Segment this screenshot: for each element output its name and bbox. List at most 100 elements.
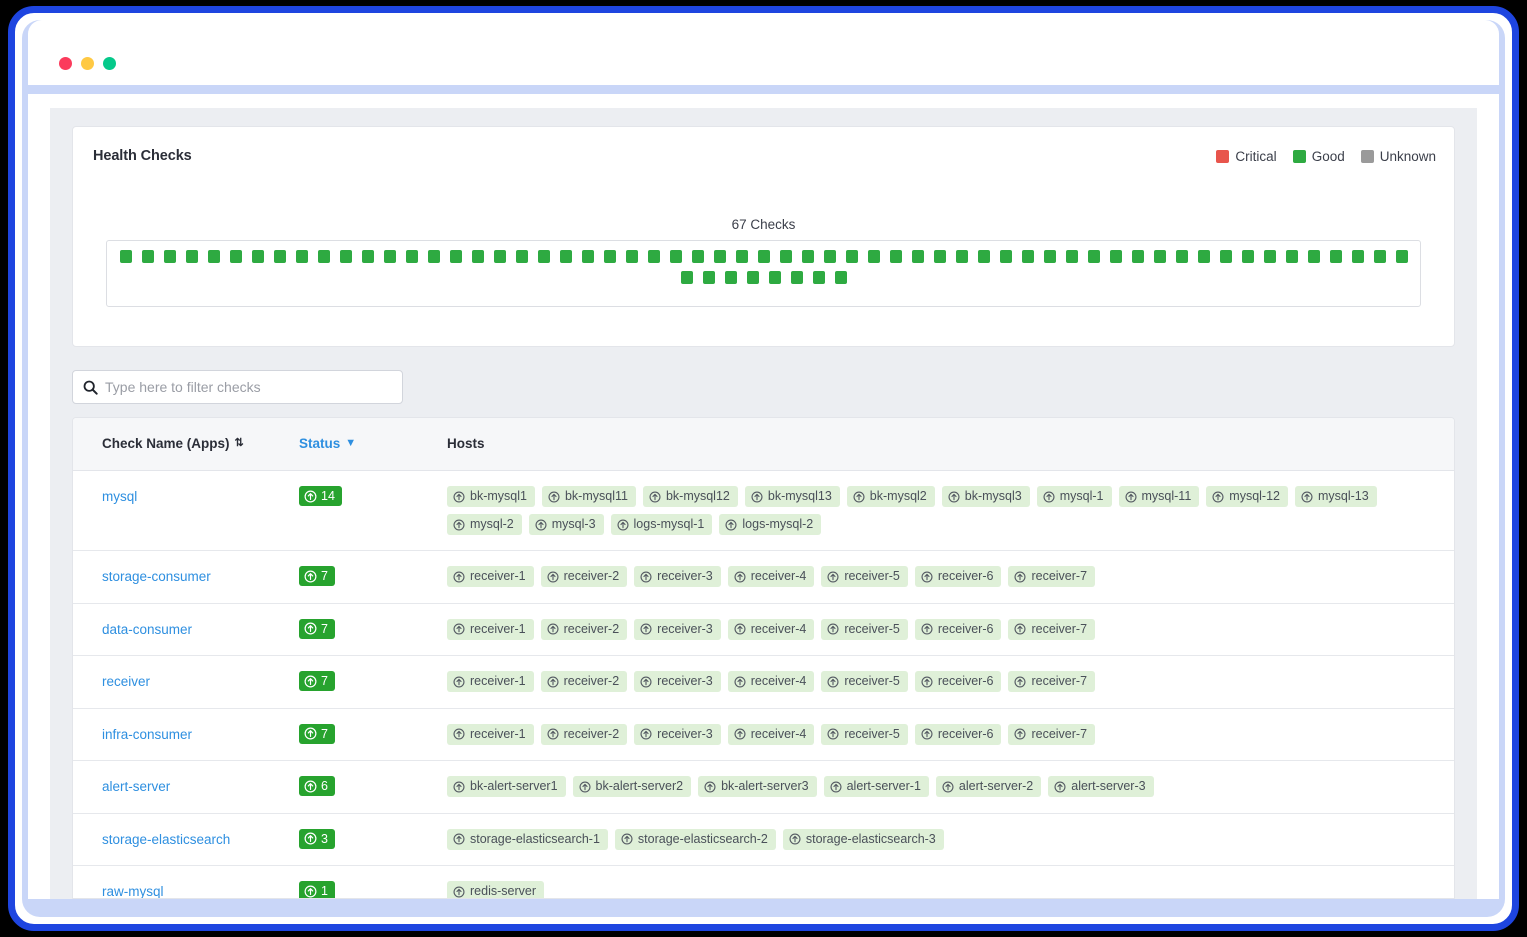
host-chip[interactable]: receiver-5 [821,724,908,745]
host-chip[interactable]: bk-mysql3 [942,486,1030,507]
health-check-square[interactable] [681,271,693,284]
health-check-square[interactable] [1044,250,1056,263]
health-check-square[interactable] [791,271,803,284]
health-check-square[interactable] [648,250,660,263]
health-check-square[interactable] [1264,250,1276,263]
host-chip[interactable]: bk-alert-server1 [447,776,566,797]
host-chip[interactable]: receiver-7 [1008,724,1095,745]
health-check-square[interactable] [846,250,858,263]
health-check-square[interactable] [835,271,847,284]
health-check-square[interactable] [868,250,880,263]
host-chip[interactable]: receiver-7 [1008,619,1095,640]
host-chip[interactable]: receiver-5 [821,566,908,587]
health-check-square[interactable] [725,271,737,284]
health-check-square[interactable] [747,271,759,284]
check-name-link[interactable]: infra-consumer [102,727,192,742]
check-name-link[interactable]: mysql [102,489,137,504]
host-chip[interactable]: redis-server [447,881,544,899]
status-badge[interactable]: 14 [299,486,342,506]
health-check-square[interactable] [703,271,715,284]
health-check-square[interactable] [208,250,220,263]
health-check-square[interactable] [1022,250,1034,263]
check-name-link[interactable]: storage-consumer [102,569,211,584]
status-badge[interactable]: 7 [299,671,335,691]
health-check-square[interactable] [1176,250,1188,263]
traffic-light-buttons[interactable] [59,57,116,70]
health-check-square[interactable] [758,250,770,263]
check-name-link[interactable]: alert-server [102,779,170,794]
host-chip[interactable]: alert-server-1 [824,776,929,797]
maximize-window-icon[interactable] [103,57,116,70]
host-chip[interactable]: receiver-3 [634,619,721,640]
health-check-square[interactable] [714,250,726,263]
host-chip[interactable]: bk-mysql12 [643,486,738,507]
health-check-square[interactable] [1000,250,1012,263]
host-chip[interactable]: bk-mysql13 [745,486,840,507]
check-name-link[interactable]: raw-mysql [102,884,164,899]
search-input[interactable] [105,379,385,395]
health-check-square[interactable] [824,250,836,263]
health-check-square[interactable] [1374,250,1386,263]
host-chip[interactable]: mysql-13 [1295,486,1377,507]
host-chip[interactable]: receiver-7 [1008,671,1095,692]
health-check-square[interactable] [252,250,264,263]
health-check-square[interactable] [362,250,374,263]
health-check-square[interactable] [956,250,968,263]
health-check-square[interactable] [120,250,132,263]
health-check-square[interactable] [340,250,352,263]
health-check-square[interactable] [890,250,902,263]
host-chip[interactable]: alert-server-2 [936,776,1041,797]
host-chip[interactable]: receiver-4 [728,566,815,587]
host-chip[interactable]: receiver-4 [728,619,815,640]
host-chip[interactable]: receiver-3 [634,566,721,587]
host-chip[interactable]: receiver-2 [541,566,628,587]
check-name-link[interactable]: storage-elasticsearch [102,832,230,847]
host-chip[interactable]: receiver-6 [915,724,1002,745]
host-chip[interactable]: receiver-5 [821,671,908,692]
host-chip[interactable]: logs-mysql-1 [611,514,713,535]
health-check-square[interactable] [384,250,396,263]
health-check-square[interactable] [1198,250,1210,263]
check-name-link[interactable]: receiver [102,674,150,689]
health-check-square[interactable] [428,250,440,263]
health-check-square[interactable] [1110,250,1122,263]
close-window-icon[interactable] [59,57,72,70]
host-chip[interactable]: receiver-3 [634,671,721,692]
health-check-square[interactable] [318,250,330,263]
host-chip[interactable]: bk-mysql1 [447,486,535,507]
host-chip[interactable]: mysql-12 [1206,486,1288,507]
host-chip[interactable]: receiver-6 [915,619,1002,640]
health-check-square[interactable] [1286,250,1298,263]
host-chip[interactable]: storage-elasticsearch-3 [783,829,944,850]
health-check-square[interactable] [186,250,198,263]
health-check-square[interactable] [670,250,682,263]
health-check-square[interactable] [692,250,704,263]
host-chip[interactable]: receiver-1 [447,619,534,640]
host-chip[interactable]: bk-alert-server2 [573,776,692,797]
health-check-square[interactable] [538,250,550,263]
health-check-square[interactable] [1132,250,1144,263]
host-chip[interactable]: bk-alert-server3 [698,776,817,797]
host-chip[interactable]: mysql-11 [1119,486,1200,507]
host-chip[interactable]: receiver-7 [1008,566,1095,587]
status-badge[interactable]: 1 [299,881,335,899]
health-check-square[interactable] [296,250,308,263]
host-chip[interactable]: bk-mysql11 [542,486,636,507]
health-check-square[interactable] [912,250,924,263]
health-check-square[interactable] [604,250,616,263]
status-badge[interactable]: 7 [299,619,335,639]
health-check-square[interactable] [1242,250,1254,263]
host-chip[interactable]: alert-server-3 [1048,776,1153,797]
host-chip[interactable]: receiver-6 [915,671,1002,692]
health-check-square[interactable] [516,250,528,263]
host-chip[interactable]: receiver-4 [728,671,815,692]
health-check-square[interactable] [1088,250,1100,263]
health-check-square[interactable] [978,250,990,263]
health-check-square[interactable] [1352,250,1364,263]
status-badge[interactable]: 6 [299,776,335,796]
health-check-square[interactable] [406,250,418,263]
health-check-square[interactable] [934,250,946,263]
host-chip[interactable]: receiver-2 [541,724,628,745]
host-chip[interactable]: receiver-2 [541,619,628,640]
host-chip[interactable]: receiver-4 [728,724,815,745]
